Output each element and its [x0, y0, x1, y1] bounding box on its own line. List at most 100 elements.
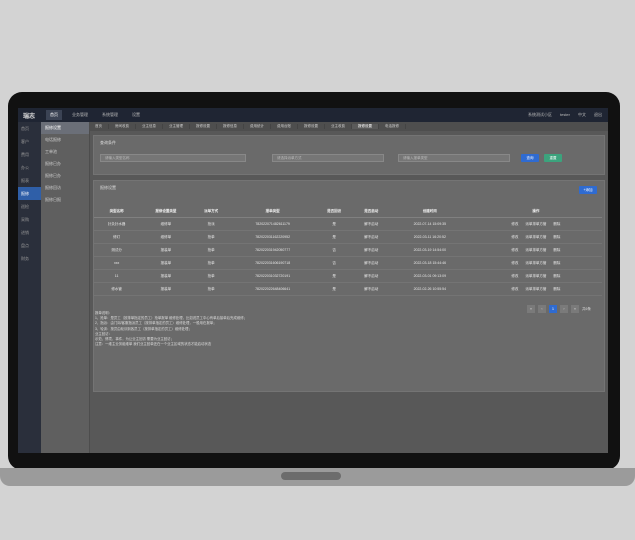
row-actions: 修改 派单排单方管 删除: [469, 282, 602, 296]
sub-nav: 报修设置 电话报修 工单池 报修已办 报修已办 报修回访 报修日报: [41, 122, 90, 453]
user-name[interactable]: tester: [560, 112, 570, 118]
sidebar: 首页 客户 费用 办公 报表 报修 巡检 采购 进销 盘点 财务: [18, 122, 41, 453]
dispatch-link[interactable]: 派单排单方管: [525, 222, 546, 226]
cell: 抢单: [192, 230, 230, 244]
cell: 782022031032720191: [229, 269, 316, 283]
col-header: 类型名称: [94, 205, 140, 218]
cell: 是: [315, 282, 353, 296]
tab-item[interactable]: 房间收费: [109, 124, 136, 129]
pagination: « ‹ 1 › » 共6条: [527, 305, 591, 313]
laptop-screen: 瑞志 首页 业务管理 系统管理 设置 系统测试小区 tester 中文 退出 首…: [18, 108, 608, 453]
col-header: 是否启动: [352, 205, 390, 218]
cell: 11: [94, 269, 140, 283]
table-row: 修水管 报装单 抢单 782022022648406641 是 解不启动 202…: [94, 282, 602, 296]
community-select[interactable]: 系统测试小区: [528, 112, 552, 118]
cell: 抢单: [192, 256, 230, 270]
tab-item-active[interactable]: 报修设置: [352, 124, 379, 129]
tab-item[interactable]: 报修设置: [298, 124, 325, 129]
subnav-repair-visit[interactable]: 报修回访: [41, 182, 89, 194]
logout-link[interactable]: 退出: [594, 112, 602, 118]
language-select[interactable]: 中文: [578, 112, 586, 118]
search-title: 查询条件: [100, 140, 116, 145]
delete-link[interactable]: 删除: [553, 248, 560, 252]
tab-item[interactable]: 业主信息: [136, 124, 163, 129]
sidebar-item-purchase[interactable]: 采购: [18, 213, 41, 226]
cell: 解不启动: [352, 256, 390, 270]
dispatch-link[interactable]: 派单排单方管: [525, 274, 546, 278]
col-header: 创建时间: [389, 205, 470, 218]
sidebar-item-fee[interactable]: 费用: [18, 148, 41, 161]
cell: 2022-02-26 10:55:54: [389, 282, 470, 296]
subnav-repair-daily[interactable]: 报修日报: [41, 194, 89, 206]
edit-link[interactable]: 修改: [511, 261, 518, 265]
tab-item[interactable]: 首页: [89, 124, 109, 129]
tab-item[interactable]: 费用台账: [271, 124, 298, 129]
edit-link[interactable]: 修改: [511, 235, 518, 239]
dispatch-link[interactable]: 派单排单方管: [525, 287, 546, 291]
table-header-row: 类型名称 报修设置类型 派单方式 报单类型 是否回访 是否启动 创建时间 操作: [94, 205, 602, 218]
delete-link[interactable]: 删除: [553, 287, 560, 291]
pager-next[interactable]: ›: [560, 305, 568, 313]
type-name-input[interactable]: 请输入类型名称: [100, 154, 246, 162]
edit-link[interactable]: 修改: [511, 222, 518, 226]
delete-link[interactable]: 删除: [553, 274, 560, 278]
cell: 解不启动: [352, 217, 390, 231]
topnav-home[interactable]: 首页: [46, 110, 62, 120]
cell: 782022022648406641: [229, 282, 316, 296]
edit-link[interactable]: 修改: [511, 248, 518, 252]
subnav-repair-done-b[interactable]: 报修已办: [41, 170, 89, 182]
topnav-business[interactable]: 业务管理: [68, 110, 92, 120]
pager-current[interactable]: 1: [549, 305, 557, 313]
topnav-settings[interactable]: 设置: [128, 110, 144, 120]
cell: 抢派: [192, 217, 230, 231]
sidebar-item-office[interactable]: 办公: [18, 161, 41, 174]
subnav-repair-settings[interactable]: 报修设置: [41, 122, 89, 134]
row-actions: 修改 派单排单方管 删除: [469, 269, 602, 283]
delete-link[interactable]: 删除: [553, 235, 560, 239]
delete-link[interactable]: 删除: [553, 261, 560, 265]
col-header: 报单类型: [229, 205, 316, 218]
note-line: 注意：一维主业务组维单 我们业主回单还在一个业主区域的状态才能启动状态: [95, 342, 212, 347]
repair-settings-table: 类型名称 报修设置类型 派单方式 报单类型 是否回访 是否启动 创建时间 操作 …: [94, 205, 602, 296]
sidebar-item-finance[interactable]: 财务: [18, 252, 41, 265]
tab-item[interactable]: 报修设置: [190, 124, 217, 129]
tab-bar: 首页 房间收费 业主信息 业主管理 报修设置 报修信息 费用统计 费用台账 报修…: [89, 122, 608, 131]
dispatch-link[interactable]: 派单排单方管: [525, 235, 546, 239]
col-header: 派单方式: [192, 205, 230, 218]
subnav-phone-repair[interactable]: 电话报修: [41, 134, 89, 146]
subnav-order-pool[interactable]: 工单池: [41, 146, 89, 158]
reset-button[interactable]: 重置: [544, 154, 562, 162]
add-button[interactable]: +添加: [579, 186, 597, 194]
tab-item[interactable]: 费用统计: [244, 124, 271, 129]
sidebar-item-check[interactable]: 盘点: [18, 239, 41, 252]
sidebar-item-report[interactable]: 报表: [18, 174, 41, 187]
sidebar-item-customer[interactable]: 客户: [18, 135, 41, 148]
cell: 782022031942050777: [229, 243, 316, 257]
tab-item[interactable]: 业主收费: [325, 124, 352, 129]
tab-item[interactable]: 电话报修: [379, 124, 406, 129]
cell: 修水管: [94, 282, 140, 296]
cell: 抢单: [192, 269, 230, 283]
pager-first[interactable]: «: [527, 305, 535, 313]
subnav-repair-done-a[interactable]: 报修已办: [41, 158, 89, 170]
pager-total: 共6条: [582, 306, 591, 311]
sidebar-item-inspect[interactable]: 巡检: [18, 200, 41, 213]
edit-link[interactable]: 修改: [511, 287, 518, 291]
pager-prev[interactable]: ‹: [538, 305, 546, 313]
tab-item[interactable]: 业主管理: [163, 124, 190, 129]
topnav-system[interactable]: 系统管理: [98, 110, 122, 120]
edit-link[interactable]: 修改: [511, 274, 518, 278]
query-button[interactable]: 查询: [521, 154, 539, 162]
dispatch-link[interactable]: 派单排单方管: [525, 248, 546, 252]
sidebar-item-stock[interactable]: 进销: [18, 226, 41, 239]
pager-last[interactable]: »: [571, 305, 579, 313]
table-row: 针灸针水器 维修单 抢派 782022071482611179 是 解不启动 2…: [94, 217, 602, 231]
delete-link[interactable]: 删除: [553, 222, 560, 226]
sidebar-item-home[interactable]: 首页: [18, 122, 41, 135]
dispatch-method-select[interactable]: 请选择派单方式: [272, 154, 384, 162]
tab-item[interactable]: 报修信息: [217, 124, 244, 129]
dispatch-link[interactable]: 派单排单方管: [525, 261, 546, 265]
order-type-input[interactable]: 请输入报单类型: [398, 154, 510, 162]
table-row: 测试分 报装单 抢单 782022031942050777 否 解不启动 202…: [94, 243, 602, 257]
sidebar-item-repair[interactable]: 报修: [18, 187, 41, 200]
